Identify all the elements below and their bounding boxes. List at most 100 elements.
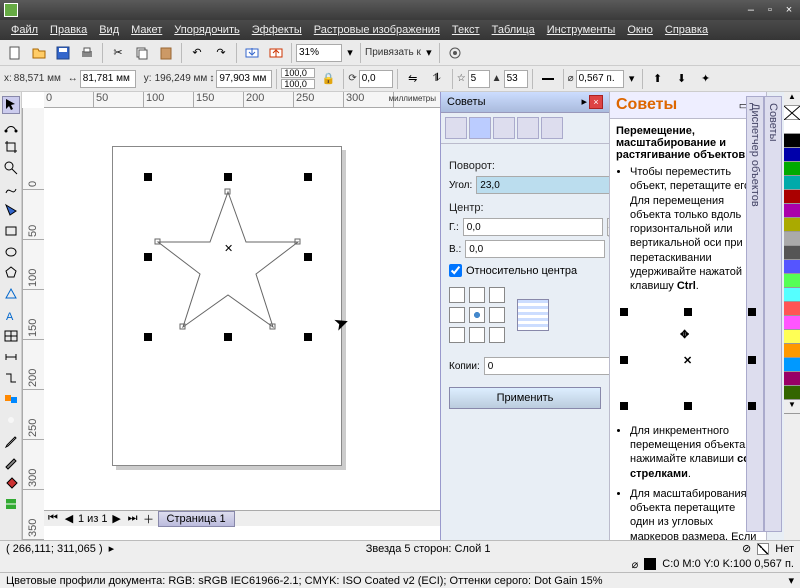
text-tool[interactable]: A [2, 306, 20, 324]
polygon-tool[interactable] [2, 264, 20, 282]
connector-tool[interactable] [2, 369, 20, 387]
tab-size-icon[interactable] [517, 117, 539, 139]
menu-эффекты[interactable]: Эффекты [247, 22, 307, 38]
menu-таблица[interactable]: Таблица [487, 22, 540, 38]
maximize-icon[interactable]: ▫ [763, 3, 777, 17]
pick-tool[interactable] [2, 96, 20, 114]
center-y-field[interactable] [465, 240, 605, 258]
palette-up-icon[interactable]: ▲ [784, 92, 800, 106]
eyedropper-tool[interactable] [2, 432, 20, 450]
basic-shapes-tool[interactable] [2, 285, 20, 303]
freehand-tool[interactable] [2, 180, 20, 198]
crop-tool[interactable] [2, 138, 20, 156]
ellipse-tool[interactable] [2, 243, 20, 261]
menu-окно[interactable]: Окно [622, 22, 658, 38]
scale-x-field[interactable] [281, 68, 315, 78]
color-swatch[interactable] [784, 274, 800, 288]
shape-tool[interactable] [2, 117, 20, 135]
color-swatch[interactable] [784, 148, 800, 162]
last-page-icon[interactable]: ⏭ [126, 512, 140, 526]
cut-icon[interactable]: ✂ [107, 42, 129, 64]
blend-tool[interactable] [2, 390, 20, 408]
add-page-icon[interactable]: ＋ [142, 512, 156, 526]
star-points-field[interactable] [468, 70, 490, 88]
lock-ratio-icon[interactable]: 🔒 [317, 68, 339, 90]
color-swatch[interactable] [784, 302, 800, 316]
palette-down-icon[interactable]: ▼ [784, 400, 800, 414]
selected-star[interactable]: ✕ [148, 177, 308, 337]
to-front-icon[interactable]: ⬆ [647, 68, 669, 90]
color-swatch[interactable] [784, 204, 800, 218]
close-icon[interactable]: × [782, 3, 796, 17]
scale-y-field[interactable] [281, 79, 315, 89]
tab-scale-icon[interactable] [493, 117, 515, 139]
snap-dropdown-icon[interactable]: ▾ [423, 42, 435, 64]
no-fill-icon[interactable] [757, 543, 769, 555]
import-icon[interactable] [241, 42, 263, 64]
color-swatch[interactable] [784, 330, 800, 344]
docker-close-icon[interactable]: × [589, 95, 603, 109]
dimension-tool[interactable] [2, 348, 20, 366]
next-page-icon[interactable]: ▶ [110, 512, 124, 526]
outline-dropdown-icon[interactable]: ▾ [626, 68, 638, 90]
zoom-tool[interactable] [2, 159, 20, 177]
rectangle-tool[interactable] [2, 222, 20, 240]
zoom-dropdown-icon[interactable]: ▾ [344, 42, 356, 64]
outline-tool[interactable] [2, 453, 20, 471]
color-swatch[interactable] [784, 190, 800, 204]
menu-макет[interactable]: Макет [126, 22, 167, 38]
redo-icon[interactable]: ↷ [210, 42, 232, 64]
center-x-field[interactable] [463, 218, 603, 236]
menu-правка[interactable]: Правка [45, 22, 92, 38]
convert-curves-icon[interactable]: ✦ [695, 68, 717, 90]
rotation-field[interactable] [359, 70, 393, 88]
color-swatch[interactable] [784, 260, 800, 274]
relative-center-checkbox[interactable] [449, 264, 462, 277]
export-icon[interactable] [265, 42, 287, 64]
outline-style-icon[interactable] [537, 68, 559, 90]
color-swatch[interactable] [784, 246, 800, 260]
options-icon[interactable] [444, 42, 466, 64]
outline-swatch[interactable] [644, 558, 656, 570]
menu-файл[interactable]: Файл [6, 22, 43, 38]
menu-текст[interactable]: Текст [447, 22, 485, 38]
tab-rotate-icon[interactable] [469, 117, 491, 139]
color-swatch[interactable] [784, 386, 800, 400]
interactive-fill-tool[interactable] [2, 495, 20, 513]
copies-field[interactable] [484, 357, 624, 375]
color-swatch[interactable] [784, 288, 800, 302]
undo-icon[interactable]: ↶ [186, 42, 208, 64]
docker-tab[interactable]: Советы [764, 96, 782, 532]
apply-button[interactable]: Применить [449, 387, 601, 409]
docker-expand-icon[interactable]: ▸ [581, 95, 587, 109]
save-icon[interactable] [52, 42, 74, 64]
angle-field[interactable] [476, 176, 616, 194]
menu-растровые изображения[interactable]: Растровые изображения [309, 22, 445, 38]
height-field[interactable] [216, 70, 272, 88]
color-swatch[interactable] [784, 218, 800, 232]
mirror-v-icon[interactable]: ⥮ [426, 68, 448, 90]
page-tab[interactable]: Страница 1 [158, 511, 235, 527]
menu-упорядочить[interactable]: Упорядочить [169, 22, 244, 38]
tab-position-icon[interactable] [445, 117, 467, 139]
workspace[interactable]: ✕ ➤ [44, 108, 440, 510]
color-swatch[interactable] [784, 372, 800, 386]
menu-справка[interactable]: Справка [660, 22, 713, 38]
color-swatch[interactable] [784, 358, 800, 372]
color-swatch[interactable] [784, 176, 800, 190]
mirror-h-icon[interactable]: ⇋ [402, 68, 424, 90]
print-icon[interactable] [76, 42, 98, 64]
color-swatch[interactable] [784, 344, 800, 358]
fill-tool[interactable] [2, 474, 20, 492]
menu-вид[interactable]: Вид [94, 22, 124, 38]
new-icon[interactable] [4, 42, 26, 64]
color-swatch[interactable] [784, 316, 800, 330]
sharpness-field[interactable] [504, 70, 528, 88]
no-color-swatch[interactable] [784, 106, 800, 120]
transparency-tool[interactable] [2, 411, 20, 429]
first-page-icon[interactable]: ⏮ [46, 512, 60, 526]
color-swatch[interactable] [784, 162, 800, 176]
open-icon[interactable] [28, 42, 50, 64]
minimize-icon[interactable]: – [744, 3, 758, 17]
color-swatch[interactable] [784, 134, 800, 148]
